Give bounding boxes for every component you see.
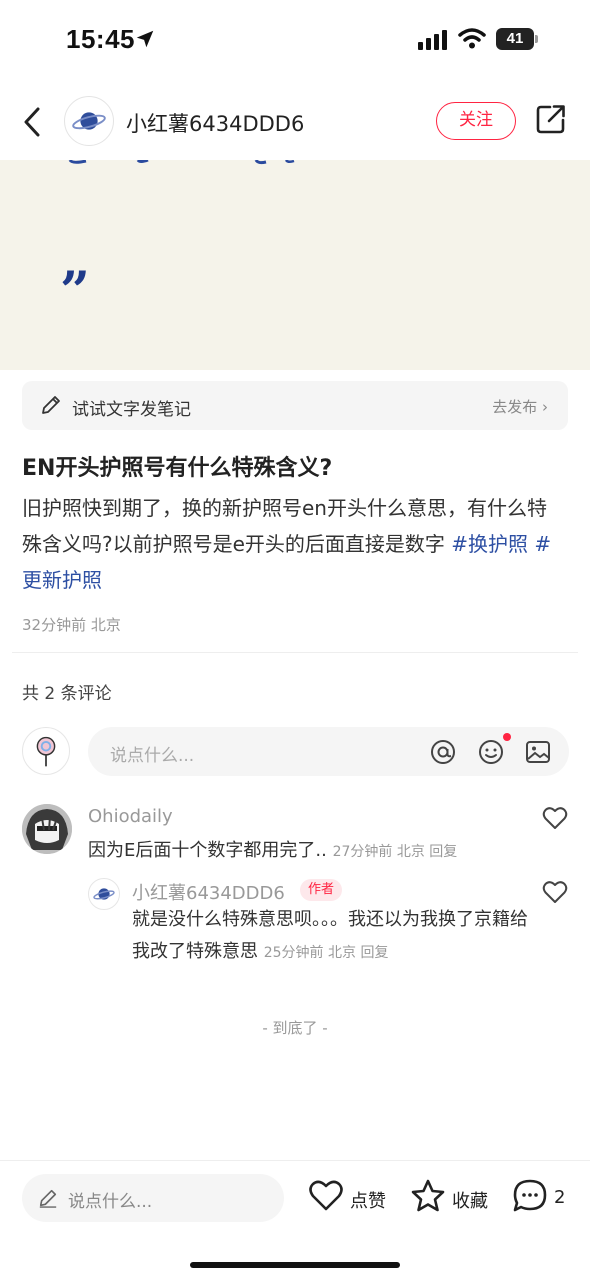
image-top-marks (68, 160, 295, 165)
author-name[interactable]: 小红薯6434DDD6 (126, 108, 304, 138)
location-arrow-icon (136, 30, 154, 48)
battery-level: 41 (496, 28, 534, 50)
reply-author-avatar[interactable] (88, 878, 120, 910)
post-body: 旧护照快到期了，换的新护照号en开头什么意思，有什么特殊含义吗?以前护照号是e开… (22, 490, 562, 598)
quote-mark-icon: ” (60, 261, 90, 322)
author-avatar[interactable] (64, 96, 114, 146)
post-title: EN开头护照号有什么特殊含义? (22, 456, 333, 481)
signal-icon (418, 30, 447, 50)
end-of-list-label: - 到底了 - (262, 1019, 328, 1037)
comment-placeholder: 说点什么... (110, 746, 195, 766)
comment-meta: 27分钟前 北京 回复 (332, 844, 458, 860)
battery-icon: 41 (496, 28, 538, 50)
divider (12, 652, 578, 653)
emoji-icon[interactable] (478, 739, 504, 765)
comment-body: 因为E后面十个数字都用完了.. (88, 840, 327, 861)
heart-icon[interactable] (542, 880, 568, 904)
collect-label: 收藏 (452, 1191, 488, 1212)
comment-count: 共 2 条评论 (22, 684, 112, 704)
status-time: 15:45 (66, 24, 135, 54)
reply-author-name[interactable]: 小红薯6434DDD6 (132, 879, 285, 905)
like-label: 点赞 (350, 1191, 386, 1212)
comment-input[interactable]: 说点什么... (88, 727, 569, 776)
star-icon (411, 1179, 445, 1212)
comment-icon (513, 1179, 547, 1212)
try-note-label: 试试文字发笔记 (72, 400, 191, 420)
share-icon[interactable] (534, 102, 568, 136)
bottom-divider (0, 1160, 590, 1161)
go-publish-link[interactable]: 去发布 › (492, 396, 548, 417)
heart-icon[interactable] (542, 806, 568, 830)
comment-button[interactable]: 2 (512, 1178, 570, 1218)
collect-button[interactable]: 收藏 (410, 1178, 492, 1218)
home-indicator[interactable] (190, 1262, 400, 1268)
post-meta: 32分钟前 北京 (22, 616, 121, 634)
pencil-icon (39, 1189, 57, 1208)
planet-icon (93, 888, 115, 900)
planet-icon (72, 112, 106, 130)
lollipop-avatar-icon (36, 736, 56, 767)
pencil-icon (42, 396, 60, 414)
post-header: 小红薯6434DDD6 关注 (0, 90, 590, 156)
heart-icon (309, 1180, 343, 1211)
status-bar: 15:45 41 (0, 0, 590, 80)
comment-count-label: 2 (554, 1187, 566, 1208)
reply-meta: 25分钟前 北京 回复 (263, 945, 389, 961)
post-image[interactable]: ” (0, 160, 590, 370)
anime-avatar-icon (22, 804, 72, 854)
wifi-icon (458, 28, 486, 49)
notification-dot (503, 733, 511, 741)
author-badge: 作者 (300, 879, 343, 901)
like-button[interactable]: 点赞 (308, 1178, 390, 1218)
at-icon[interactable] (430, 739, 456, 765)
bottom-input-placeholder: 说点什么... (68, 1192, 153, 1212)
try-text-note-bar[interactable]: 试试文字发笔记 去发布 › (22, 381, 568, 430)
my-avatar (22, 727, 70, 775)
image-icon[interactable] (525, 739, 551, 765)
commenter-avatar[interactable] (22, 804, 72, 854)
back-icon[interactable] (18, 104, 48, 140)
comment-text: 因为E后面十个数字都用完了.. 27分钟前 北京 回复 (88, 836, 457, 862)
bottom-comment-input[interactable]: 说点什么... (22, 1174, 284, 1222)
reply-text: 就是没什么特殊意思呗。。。我还以为我换了京籍给我改了特殊意思 25分钟前 北京 … (132, 904, 532, 969)
commenter-name[interactable]: Ohiodaily (88, 806, 173, 827)
follow-button[interactable]: 关注 (436, 102, 516, 140)
hashtag[interactable]: #换护照 (451, 532, 528, 556)
